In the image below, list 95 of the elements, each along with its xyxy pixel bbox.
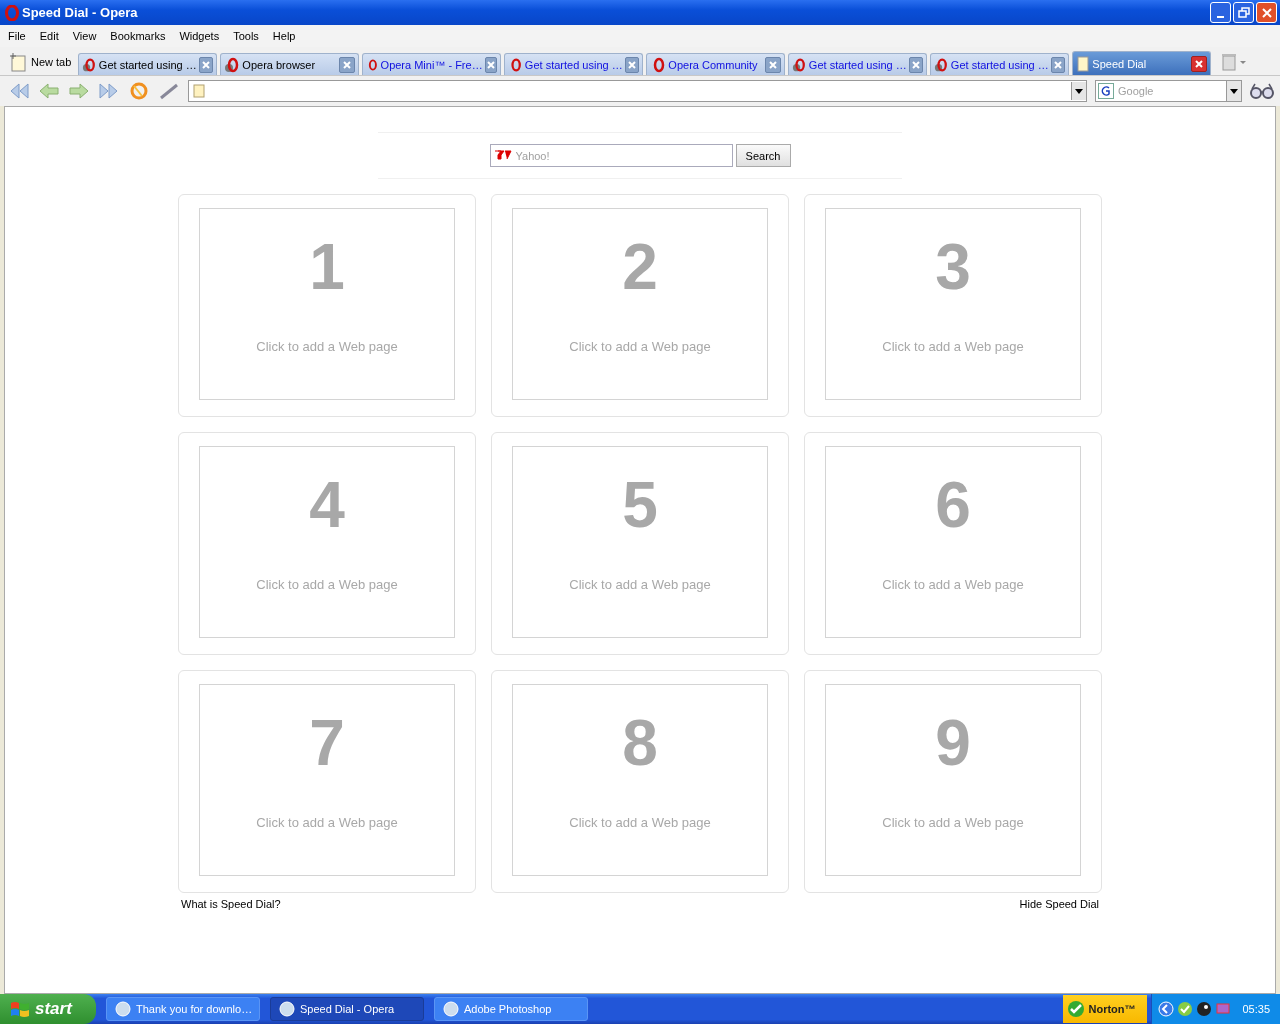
dial-label: Click to add a Web page — [256, 815, 398, 830]
dial-number: 5 — [622, 473, 658, 537]
search-engine-field[interactable]: Google — [1095, 80, 1242, 102]
menu-item[interactable]: View — [66, 30, 105, 42]
opera-logo-icon — [224, 56, 241, 73]
close-icon — [342, 59, 353, 70]
browser-tab[interactable]: Get started using … — [930, 53, 1070, 75]
close-icon — [911, 59, 921, 70]
menu-item[interactable]: Tools — [227, 30, 267, 42]
tab-close-button[interactable] — [484, 56, 498, 73]
dial-label: Click to add a Web page — [882, 339, 1024, 354]
tab-close-button[interactable] — [765, 56, 782, 73]
glasses-icon[interactable] — [1250, 83, 1274, 99]
tab-close-button[interactable] — [1191, 55, 1208, 72]
menu-item[interactable]: Bookmarks — [104, 30, 174, 42]
what-is-link[interactable]: What is Speed Dial? — [181, 898, 281, 910]
opera-logo-icon — [508, 56, 523, 73]
forward-arrow-icon[interactable] — [68, 81, 90, 101]
dial-number: 1 — [309, 235, 345, 299]
taskbar-button[interactable]: Thank you for downlo… — [106, 997, 260, 1021]
back-arrow-icon[interactable] — [38, 81, 60, 101]
close-icon — [1260, 6, 1273, 19]
dial-label: Click to add a Web page — [882, 815, 1024, 830]
close-icon — [768, 59, 779, 70]
dial-number: 7 — [309, 711, 345, 775]
dial-label: Click to add a Web page — [882, 577, 1024, 592]
chevron-icon[interactable] — [1158, 1001, 1175, 1017]
menu-item[interactable]: Edit — [33, 30, 67, 42]
caret-icon — [1230, 88, 1238, 94]
dial-number: 2 — [622, 235, 658, 299]
norton-badge[interactable]: Norton™ — [1063, 995, 1148, 1023]
browser-tab[interactable]: Get started using … — [788, 53, 928, 75]
close-icon — [1053, 59, 1063, 70]
page-icon — [193, 84, 205, 98]
fast-forward-icon[interactable] — [98, 81, 120, 101]
close-icon — [486, 59, 496, 70]
close-icon — [1194, 58, 1205, 69]
opera-logo-icon — [934, 56, 949, 73]
check-icon — [1067, 1000, 1086, 1018]
tab-close-button[interactable] — [624, 56, 640, 73]
minimize-icon — [1217, 15, 1224, 18]
hide-speed-dial-link[interactable]: Hide Speed Dial — [1019, 898, 1099, 910]
window-title: Speed Dial - Opera — [22, 5, 138, 20]
browser-tab[interactable]: Opera browser — [220, 53, 360, 75]
start-button[interactable]: start — [0, 994, 96, 1024]
close-button[interactable] — [1256, 2, 1277, 23]
opera-logo-icon — [792, 56, 807, 73]
shield-icon[interactable] — [1177, 1001, 1194, 1017]
app-icon — [279, 1001, 295, 1017]
dial-number: 9 — [935, 711, 971, 775]
dial-number: 3 — [935, 235, 971, 299]
dial-label: Click to add a Web page — [569, 339, 711, 354]
dial-number: 6 — [935, 473, 971, 537]
browser-tab[interactable]: Get started using … — [78, 53, 218, 75]
menu-item[interactable]: Widgets — [173, 30, 228, 42]
clock: 05:35 — [1242, 1003, 1270, 1015]
browser-tab[interactable]: Get started using … — [504, 53, 644, 75]
ball-icon[interactable] — [1196, 1001, 1213, 1017]
search-field[interactable]: Yahoo! — [489, 144, 733, 167]
dropdown-button[interactable] — [1226, 81, 1241, 101]
address-field[interactable] — [188, 80, 1087, 102]
restore-icon — [1237, 6, 1250, 19]
minimize-button[interactable] — [1210, 2, 1231, 23]
tab-close-button[interactable] — [339, 56, 356, 73]
app-icon — [115, 1001, 131, 1017]
opera-logo-icon — [82, 56, 97, 73]
page-icon — [1076, 55, 1091, 72]
browser-tab[interactable]: Opera Mini™ - Fre… — [362, 53, 502, 75]
dial-label: Click to add a Web page — [256, 339, 398, 354]
browser-tab[interactable]: Speed Dial — [1072, 51, 1212, 75]
new-tab-button[interactable]: New tab — [6, 49, 76, 75]
dial-number: 4 — [309, 473, 345, 537]
windows-logo — [10, 1000, 30, 1018]
menu-item[interactable]: Help — [266, 30, 304, 42]
dial-label: Click to add a Web page — [569, 577, 711, 592]
app-icon — [443, 1001, 459, 1017]
dropdown-button[interactable] — [1071, 82, 1086, 100]
dial-number: 8 — [622, 711, 658, 775]
taskbar-button[interactable]: Speed Dial - Opera — [270, 997, 424, 1021]
restore-button[interactable] — [1233, 2, 1254, 23]
close-icon — [627, 59, 637, 70]
rewind-icon[interactable] — [8, 81, 30, 101]
caret-icon — [1075, 88, 1083, 94]
search-button[interactable]: Search — [735, 144, 791, 167]
dial-label: Click to add a Web page — [569, 815, 711, 830]
taskbar-button[interactable]: Adobe Photoshop — [434, 997, 588, 1021]
tab-close-button[interactable] — [908, 56, 924, 73]
opera-logo-icon — [5, 4, 19, 21]
close-icon — [201, 59, 211, 70]
new-page-icon — [10, 52, 28, 72]
tab-close-button[interactable] — [1050, 56, 1066, 73]
browser-tab[interactable]: Opera Community — [646, 53, 786, 75]
menu-item[interactable]: File — [2, 30, 34, 42]
dial-label: Click to add a Web page — [256, 577, 398, 592]
tab-close-button[interactable] — [198, 56, 214, 73]
